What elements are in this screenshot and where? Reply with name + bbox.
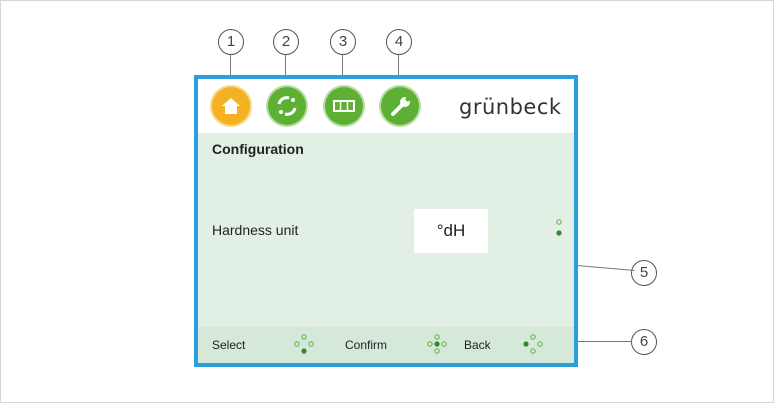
back-label: Back <box>464 338 491 352</box>
callout-2: 2 <box>273 29 299 55</box>
callout-1: 1 <box>218 29 244 55</box>
callout-6: 6 <box>631 329 657 355</box>
confirm-dpad-icon[interactable] <box>425 332 449 356</box>
home-icon[interactable] <box>212 87 250 125</box>
device-display: grünbeck Configuration Hardness unit °dH… <box>194 75 578 367</box>
counter-icon[interactable] <box>325 87 363 125</box>
callout-3: 3 <box>330 29 356 55</box>
display-header: grünbeck <box>198 79 574 133</box>
back-dpad-icon[interactable] <box>521 332 545 356</box>
parameter-value-field[interactable]: °dH <box>414 209 488 253</box>
regeneration-icon[interactable] <box>268 87 306 125</box>
page-title: Configuration <box>212 141 304 157</box>
callout-5: 5 <box>631 260 657 286</box>
select-dpad-icon[interactable] <box>292 332 316 356</box>
wrench-icon[interactable] <box>381 87 419 125</box>
display-footer: Select Confirm Back <box>198 327 574 363</box>
confirm-label: Confirm <box>345 338 388 352</box>
scroll-indicator-icon <box>556 219 562 236</box>
brand-logo: grünbeck <box>459 95 562 119</box>
select-label: Select <box>212 338 246 352</box>
parameter-label: Hardness unit <box>212 222 299 238</box>
callout-4: 4 <box>386 29 412 55</box>
